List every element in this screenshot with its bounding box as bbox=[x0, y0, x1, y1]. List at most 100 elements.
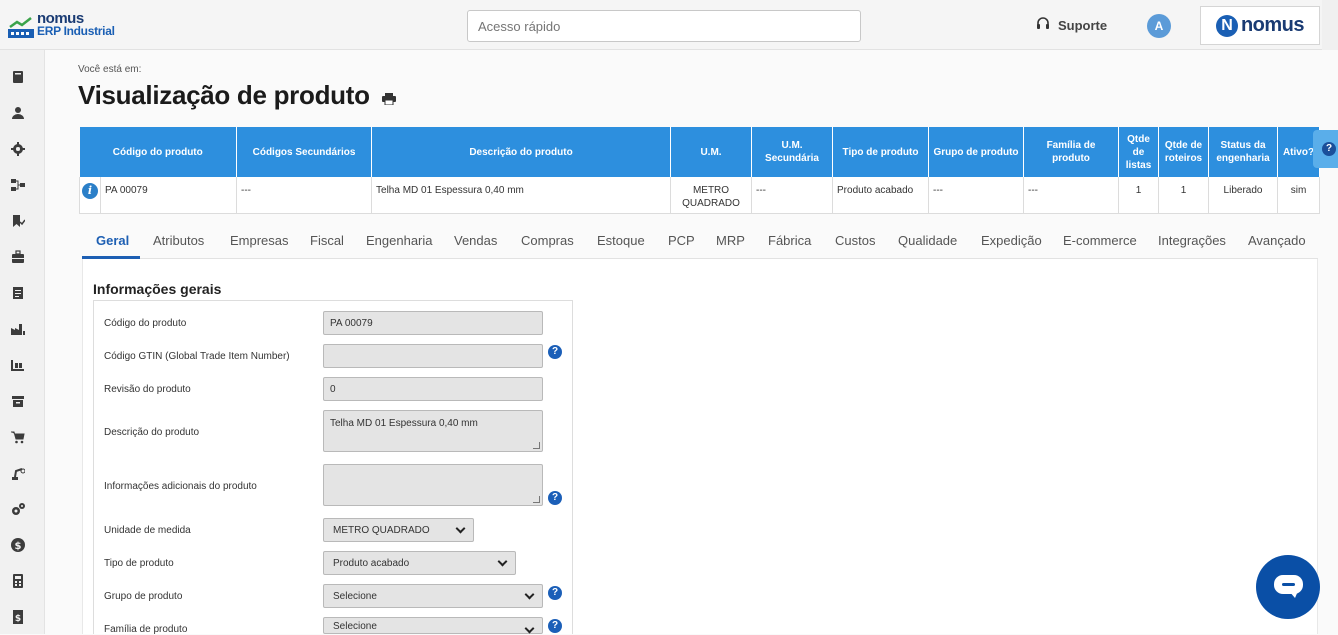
cell-descricao: Telha MD 01 Espessura 0,40 mm bbox=[371, 177, 672, 214]
book-icon[interactable] bbox=[11, 70, 25, 84]
descricao-value: Telha MD 01 Espessura 0,40 mm bbox=[330, 418, 478, 429]
resize-handle[interactable] bbox=[533, 496, 540, 503]
familia-select[interactable]: Selecione bbox=[323, 617, 543, 634]
familia-help-icon[interactable]: ? bbox=[548, 619, 562, 633]
cell-qtde-roteiros: 1 bbox=[1158, 177, 1210, 214]
revisao-field[interactable]: 0 bbox=[323, 377, 543, 401]
chat-button[interactable] bbox=[1256, 555, 1320, 619]
cell-status: Liberado bbox=[1208, 177, 1279, 214]
archive-icon[interactable] bbox=[11, 394, 25, 408]
tab-vendas[interactable]: Vendas bbox=[454, 233, 497, 248]
unidade-select[interactable]: METRO QUADRADO bbox=[323, 518, 474, 542]
calculator-icon[interactable] bbox=[11, 574, 25, 588]
tab-qualidade[interactable]: Qualidade bbox=[898, 233, 957, 248]
unidade-label: Unidade de medida bbox=[104, 525, 191, 536]
app-logo[interactable]: nomus ERP Industrial bbox=[8, 11, 115, 38]
column-header-grupo[interactable]: Grupo de produto bbox=[928, 127, 1025, 177]
gtin-help-icon[interactable]: ? bbox=[548, 345, 562, 359]
tab-geral[interactable]: Geral bbox=[96, 233, 129, 248]
top-bar: nomus ERP Industrial Suporte A N nomus bbox=[0, 0, 1338, 50]
info-icon[interactable]: i bbox=[82, 183, 98, 199]
headset-icon bbox=[1036, 17, 1050, 34]
gtin-field[interactable] bbox=[323, 344, 543, 368]
brand-word: nomus bbox=[1240, 14, 1305, 36]
column-header-secundarios[interactable]: Códigos Secundários bbox=[236, 127, 373, 177]
grupo-label: Grupo de produto bbox=[104, 591, 183, 602]
column-header-tipo[interactable]: Tipo de produto bbox=[832, 127, 930, 177]
chat-bubble-dash bbox=[1282, 583, 1295, 586]
help-tab[interactable]: ? bbox=[1313, 130, 1338, 168]
warehouse-icon[interactable] bbox=[11, 358, 25, 372]
logo-line2: ERP Industrial bbox=[37, 24, 115, 38]
cell-tipo: Produto acabado bbox=[832, 177, 930, 214]
column-header-um-secundaria[interactable]: U.M. Secundária bbox=[751, 127, 834, 177]
tab-engenharia[interactable]: Engenharia bbox=[366, 233, 433, 248]
user-avatar[interactable]: A bbox=[1147, 14, 1171, 38]
dollar-icon[interactable]: $ bbox=[11, 538, 25, 552]
page-title: Visualização de produto bbox=[78, 80, 370, 110]
print-icon[interactable] bbox=[382, 92, 396, 106]
resize-handle[interactable] bbox=[533, 442, 540, 449]
info-adicionais-textarea[interactable] bbox=[323, 464, 543, 506]
help-icon: ? bbox=[1322, 142, 1336, 156]
column-header-codigo[interactable]: Código do produto bbox=[79, 127, 238, 177]
codigo-label: Código do produto bbox=[104, 318, 187, 329]
support-label: Suporte bbox=[1058, 18, 1108, 33]
tab-fabrica[interactable]: Fábrica bbox=[768, 233, 811, 248]
gears-icon[interactable] bbox=[11, 502, 25, 516]
tab-compras[interactable]: Compras bbox=[521, 233, 574, 248]
unidade-value: METRO QUADRADO bbox=[333, 524, 430, 536]
tab-avancado[interactable]: Avançado bbox=[1248, 233, 1306, 248]
tab-fiscal[interactable]: Fiscal bbox=[310, 233, 344, 248]
tab-custos[interactable]: Custos bbox=[835, 233, 875, 248]
tab-pcp[interactable]: PCP bbox=[668, 233, 695, 248]
briefcase-icon[interactable] bbox=[11, 250, 25, 264]
svg-text:$: $ bbox=[15, 541, 22, 552]
product-summary-table: Código do produto Códigos Secundários De… bbox=[79, 127, 1321, 214]
column-header-qtde-listas[interactable]: Qtde de listas bbox=[1118, 127, 1160, 177]
column-header-descricao[interactable]: Descrição do produto bbox=[371, 127, 672, 177]
descricao-textarea[interactable]: Telha MD 01 Espessura 0,40 mm bbox=[323, 410, 543, 452]
tab-ecommerce[interactable]: E-commerce bbox=[1063, 233, 1137, 248]
workflow-icon[interactable] bbox=[11, 178, 25, 192]
support-button[interactable]: Suporte bbox=[1036, 17, 1107, 34]
familia-label: Família de produto bbox=[104, 624, 188, 635]
svg-text:$: $ bbox=[15, 614, 21, 624]
tab-mrp[interactable]: MRP bbox=[716, 233, 745, 248]
column-header-um[interactable]: U.M. bbox=[670, 127, 753, 177]
settings-icon[interactable] bbox=[11, 142, 25, 156]
quick-access-input[interactable] bbox=[467, 10, 861, 42]
tab-empresas[interactable]: Empresas bbox=[230, 233, 289, 248]
scrollbar-track[interactable] bbox=[1322, 0, 1338, 50]
chevron-down-icon bbox=[524, 589, 535, 599]
codigo-field[interactable]: PA 00079 bbox=[323, 311, 543, 335]
brand-mark: N bbox=[1215, 14, 1238, 37]
robot-arm-icon[interactable] bbox=[11, 466, 25, 480]
tipo-select[interactable]: Produto acabado bbox=[323, 551, 516, 575]
cart-icon[interactable] bbox=[11, 430, 25, 444]
bookmark-check-icon[interactable] bbox=[11, 214, 25, 228]
column-header-familia[interactable]: Família de produto bbox=[1023, 127, 1120, 177]
familia-value: Selecione bbox=[333, 621, 377, 632]
chevron-down-icon bbox=[455, 523, 466, 533]
section-title: Informações gerais bbox=[93, 281, 222, 297]
column-header-status[interactable]: Status da engenharia bbox=[1208, 127, 1279, 177]
tab-estoque[interactable]: Estoque bbox=[597, 233, 645, 248]
info-adicionais-help-icon[interactable]: ? bbox=[548, 491, 562, 505]
tipo-value: Produto acabado bbox=[333, 557, 410, 569]
column-header-qtde-roteiros[interactable]: Qtde de roteiros bbox=[1158, 127, 1210, 177]
grupo-help-icon[interactable]: ? bbox=[548, 586, 562, 600]
tab-expedicao[interactable]: Expedição bbox=[981, 233, 1042, 248]
breadcrumb: Você está em: bbox=[78, 64, 142, 75]
factory-icon[interactable] bbox=[11, 322, 25, 336]
grupo-select[interactable]: Selecione bbox=[323, 584, 543, 608]
report-icon[interactable] bbox=[11, 286, 25, 300]
grupo-value: Selecione bbox=[333, 590, 377, 602]
user-icon[interactable] bbox=[11, 106, 25, 120]
tab-atributos[interactable]: Atributos bbox=[153, 233, 204, 248]
cell-secundarios: --- bbox=[236, 177, 373, 214]
invoice-icon[interactable]: $ bbox=[11, 610, 25, 624]
info-adicionais-label: Informações adicionais do produto bbox=[104, 481, 257, 492]
cell-codigo: PA 00079 bbox=[100, 177, 238, 214]
tab-integracoes[interactable]: Integrações bbox=[1158, 233, 1226, 248]
